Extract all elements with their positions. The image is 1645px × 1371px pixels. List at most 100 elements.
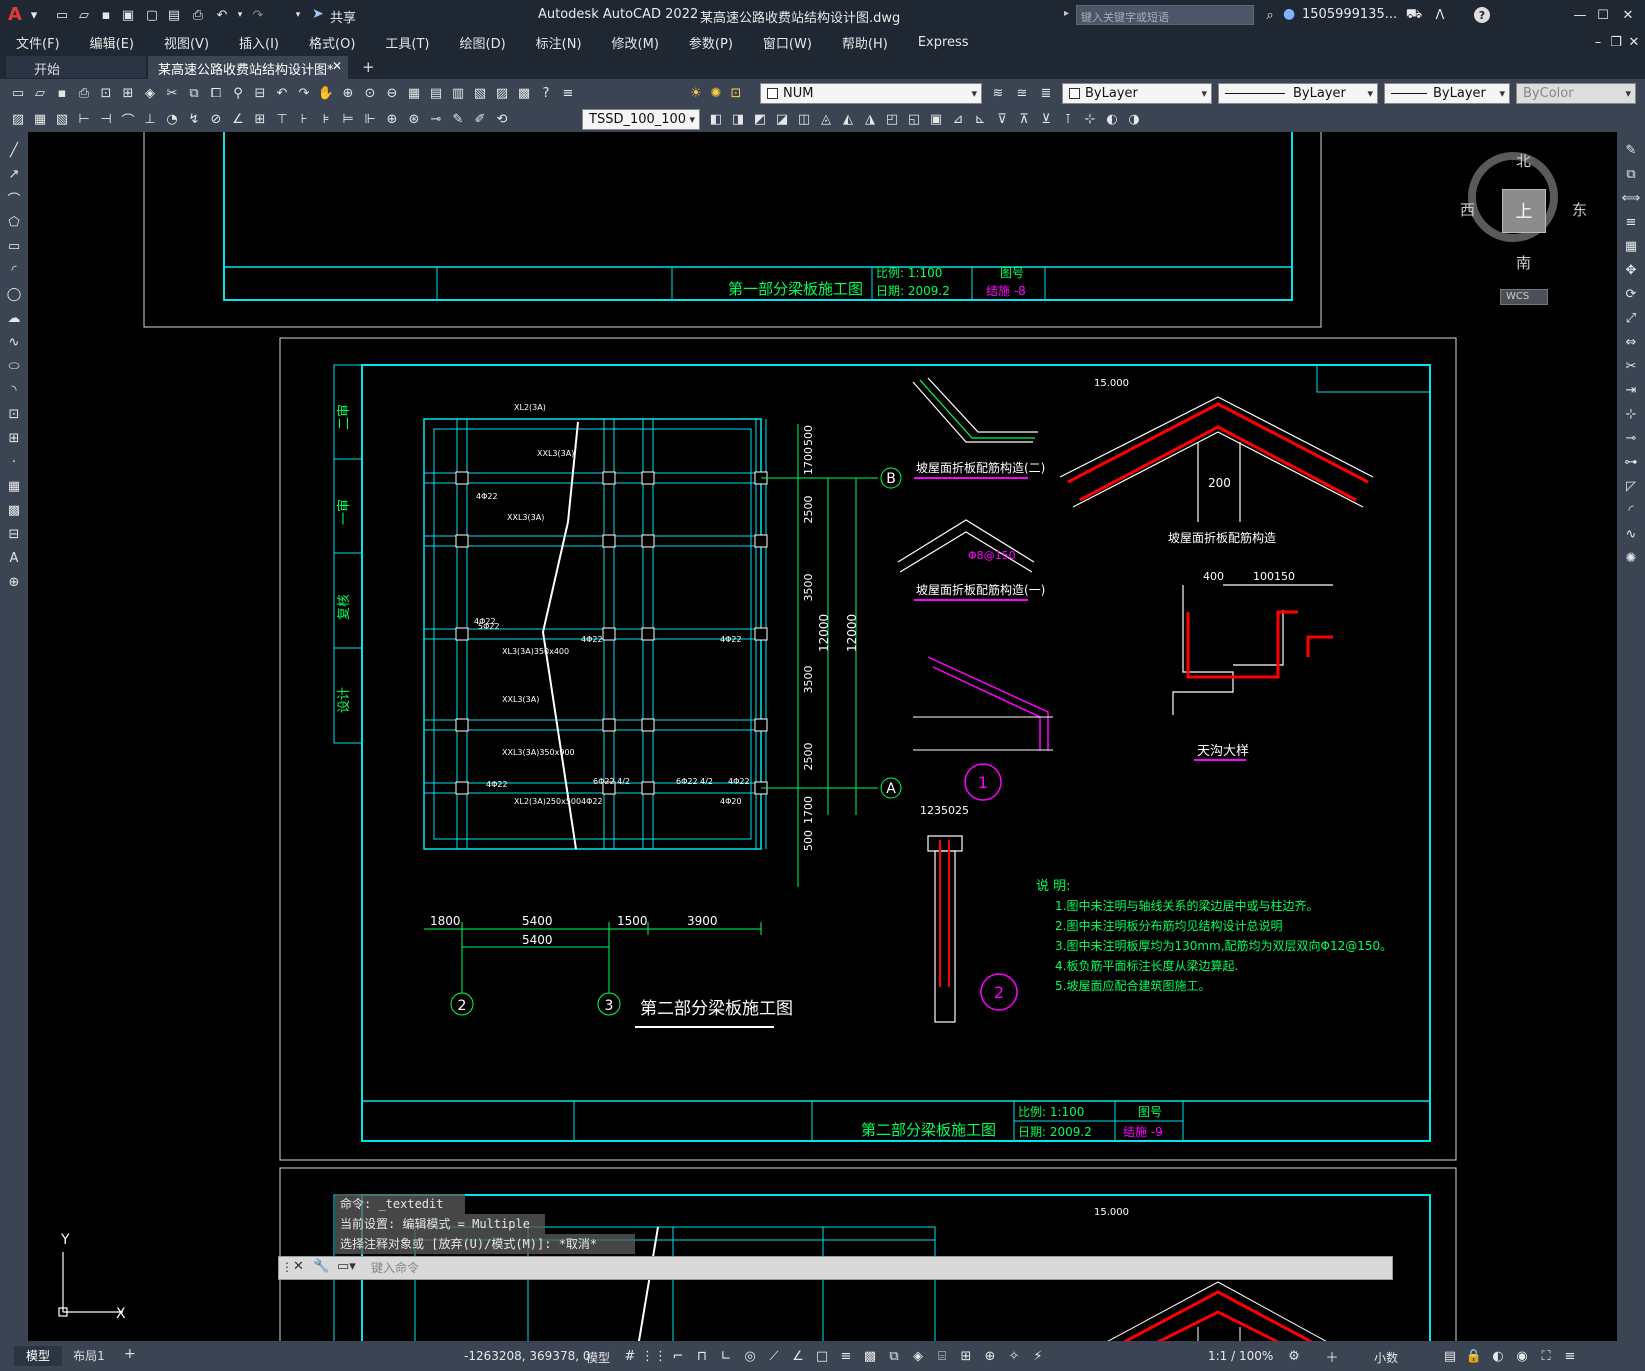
lock-ui-icon[interactable]: 🔒 xyxy=(1464,1346,1484,1366)
save-icon[interactable]: ▪ xyxy=(52,83,72,103)
view-se-icon[interactable]: ◮ xyxy=(860,109,880,129)
publish-icon[interactable]: ⊞ xyxy=(118,83,138,103)
plot-icon[interactable]: ⎙ xyxy=(188,5,208,25)
undo-dropdown-icon[interactable]: ▾ xyxy=(230,5,250,25)
isolate-icon[interactable]: ◐ xyxy=(1488,1346,1508,1366)
object-snap-tracking-icon[interactable]: ∠ xyxy=(788,1346,808,1366)
command-grip-icon[interactable]: ⋮ xyxy=(281,1260,293,1274)
hardware-acceleration-icon[interactable]: ◉ xyxy=(1512,1346,1532,1366)
selection-filter-icon[interactable]: ⊞ xyxy=(956,1346,976,1366)
dim-angular-icon[interactable]: ∠ xyxy=(228,109,248,129)
layer-properties-icon[interactable]: ≡ xyxy=(558,83,578,103)
ucs-view-icon[interactable]: ⊺ xyxy=(1058,109,1078,129)
polyline-tool-icon[interactable]: ↗ xyxy=(4,164,24,184)
wcs-dropdown[interactable]: WCS xyxy=(1500,289,1548,305)
layer-walk-icon[interactable]: ▧ xyxy=(52,109,72,129)
3d-osnap-icon[interactable]: ◈ xyxy=(908,1346,928,1366)
layer-previous-icon[interactable]: ≊ xyxy=(1012,83,1032,103)
move-tool-icon[interactable]: ✥ xyxy=(1621,260,1641,280)
customize-qat-icon[interactable]: ▾ xyxy=(288,5,308,25)
auto-scale-icon[interactable]: ⚡ xyxy=(1028,1346,1048,1366)
dim-text-edit-icon[interactable]: ✐ xyxy=(470,109,490,129)
ucs-world-icon[interactable]: ⊾ xyxy=(970,109,990,129)
command-recent-icon[interactable]: ▭▾ xyxy=(337,1259,356,1274)
copy-tool-icon[interactable]: ⧉ xyxy=(1621,164,1641,184)
viewcube-top-face[interactable]: 上 xyxy=(1502,189,1546,233)
add-layout-icon[interactable]: + xyxy=(124,1346,136,1362)
paste-icon[interactable]: ⧠ xyxy=(206,83,226,103)
match-layer-icon[interactable]: ▨ xyxy=(8,109,28,129)
layer-match-icon[interactable]: ≣ xyxy=(1036,83,1056,103)
arc-tool-icon[interactable]: ▭ xyxy=(4,236,24,256)
save-as-icon[interactable]: ▣ xyxy=(118,5,138,25)
autodesk-app-icon[interactable]: Ʌ xyxy=(1430,5,1450,25)
search-input[interactable]: 键入关键字或短语 xyxy=(1076,5,1254,25)
layer-lock-icon[interactable]: ⊡ xyxy=(726,83,746,103)
ortho-icon[interactable]: ∟ xyxy=(716,1346,736,1366)
ucs-face-icon[interactable]: ⊼ xyxy=(1014,109,1034,129)
add-selected-tool-icon[interactable]: ⊕ xyxy=(4,572,24,592)
array-tool-icon[interactable]: ▦ xyxy=(1621,236,1641,256)
viewcube-west[interactable]: 西 xyxy=(1460,199,1475,220)
region-tool-icon[interactable]: ▩ xyxy=(4,500,24,520)
dim-linear-icon[interactable]: ⊢ xyxy=(74,109,94,129)
open-file-icon[interactable]: ▱ xyxy=(74,5,94,25)
ellipse-tool-icon[interactable]: ∿ xyxy=(4,332,24,352)
view-front-icon[interactable]: ◧ xyxy=(706,109,726,129)
3d-print-icon[interactable]: ◈ xyxy=(140,83,160,103)
open-icon[interactable]: ▱ xyxy=(30,83,50,103)
spline-tool-icon[interactable]: ☁ xyxy=(4,308,24,328)
erase-tool-icon[interactable]: ✎ xyxy=(1621,140,1641,160)
layer-freeze-icon[interactable]: ✺ xyxy=(706,83,726,103)
command-input[interactable]: 键入命令 xyxy=(365,1259,1385,1277)
menu-dimension[interactable]: 标注(N) xyxy=(521,33,597,52)
menu-edit[interactable]: 编辑(E) xyxy=(75,33,149,52)
menu-parametric[interactable]: 参数(P) xyxy=(674,33,748,52)
properties-icon[interactable]: ▦ xyxy=(404,83,424,103)
tool-palettes-icon[interactable]: ▥ xyxy=(448,83,468,103)
mirror-tool-icon[interactable]: ⟺ xyxy=(1621,188,1641,208)
minimize-icon[interactable]: — xyxy=(1570,5,1590,25)
scale-tool-icon[interactable]: ⤢ xyxy=(1621,308,1641,328)
doc-close-icon[interactable]: ✕ xyxy=(1624,32,1644,52)
center-mark-icon[interactable]: ⊕ xyxy=(382,109,402,129)
ellipse-arc-tool-icon[interactable]: ⬭ xyxy=(4,356,24,376)
dim-radius-icon[interactable]: ◔ xyxy=(162,109,182,129)
insert-block-tool-icon[interactable]: ◝ xyxy=(4,380,24,400)
cut-icon[interactable]: ✂ xyxy=(162,83,182,103)
help-icon[interactable]: ? xyxy=(1474,7,1490,23)
app-menu-chevron-icon[interactable]: ▾ xyxy=(24,5,44,25)
zoom-previous-icon[interactable]: ⊖ xyxy=(382,83,402,103)
save-web-icon[interactable]: ▤ xyxy=(164,5,184,25)
view-bottom-icon[interactable]: ◬ xyxy=(816,109,836,129)
save-icon[interactable]: ▪ xyxy=(96,5,116,25)
customization-icon[interactable]: ≡ xyxy=(1560,1346,1580,1366)
polygon-tool-icon[interactable]: ⌒ xyxy=(4,188,24,208)
block-editor-icon[interactable]: ⊟ xyxy=(250,83,270,103)
transparency-icon[interactable]: ▩ xyxy=(860,1346,880,1366)
revcloud-tool-icon[interactable]: ◯ xyxy=(4,284,24,304)
blend-tool-icon[interactable]: ∿ xyxy=(1621,524,1641,544)
menu-format[interactable]: 格式(O) xyxy=(294,33,370,52)
markup-icon[interactable]: ▨ xyxy=(492,83,512,103)
view-back-icon[interactable]: ◨ xyxy=(728,109,748,129)
dimstyle-dropdown[interactable]: TSSD_100_100 xyxy=(582,109,700,130)
dim-update-icon[interactable]: ⟲ xyxy=(492,109,512,129)
pan-icon[interactable]: ✋ xyxy=(316,83,336,103)
dim-ordinate-icon[interactable]: ⊥ xyxy=(140,109,160,129)
doc-minimize-icon[interactable]: – xyxy=(1588,32,1608,52)
layer-iso-icon[interactable]: ▦ xyxy=(30,109,50,129)
snap-icon[interactable]: ⋮⋮ xyxy=(641,1346,667,1366)
dim-diameter-icon[interactable]: ⊘ xyxy=(206,109,226,129)
dim-continue-icon[interactable]: ⊦ xyxy=(294,109,314,129)
drawing-canvas[interactable]: 第一部分梁板施工图 比例: 1:100 日期: 2009.2 图号 结施 -8 … xyxy=(28,132,1617,1341)
menu-view[interactable]: 视图(V) xyxy=(149,33,224,52)
open-web-icon[interactable]: ▢ xyxy=(142,5,162,25)
make-block-tool-icon[interactable]: ⊡ xyxy=(4,404,24,424)
layer-dropdown[interactable]: NUM xyxy=(760,83,982,104)
trim-tool-icon[interactable]: ✂ xyxy=(1621,356,1641,376)
view-nw-icon[interactable]: ◱ xyxy=(904,109,924,129)
dim-break-icon[interactable]: ⊨ xyxy=(338,109,358,129)
quick-dim-icon[interactable]: ⊞ xyxy=(250,109,270,129)
viewcube-north[interactable]: 北 xyxy=(1516,150,1531,171)
